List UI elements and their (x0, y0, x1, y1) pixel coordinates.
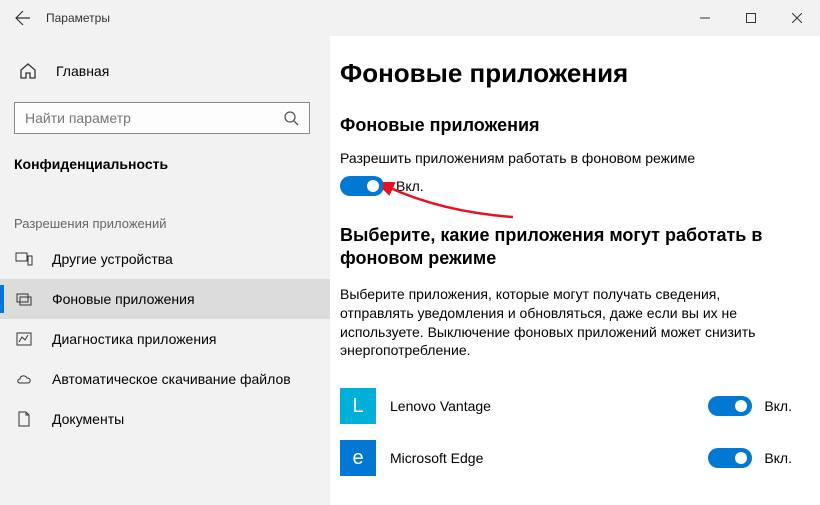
device-icon (14, 250, 34, 268)
sidebar-item-other-devices[interactable]: Другие устройства (0, 239, 330, 279)
search-box[interactable] (14, 102, 310, 134)
master-toggle-label: Вкл. (396, 178, 424, 194)
section2-title: Выберите, какие приложения могут работат… (340, 224, 792, 271)
section1-title: Фоновые приложения (340, 115, 792, 136)
app-name: Lenovo Vantage (390, 398, 708, 414)
app-toggle[interactable] (708, 396, 752, 416)
app-toggle-label: Вкл. (764, 450, 792, 466)
page-title: Фоновые приложения (340, 58, 792, 89)
back-button[interactable] (0, 0, 46, 36)
section1-desc: Разрешить приложениям работать в фоновом… (340, 150, 792, 166)
search-input[interactable] (25, 110, 283, 126)
section2-desc: Выберите приложения, которые могут получ… (340, 285, 792, 361)
sidebar-item-label: Автоматическое скачивание файлов (52, 371, 291, 387)
sidebar-item-label: Другие устройства (52, 251, 173, 267)
diagnostics-icon (14, 330, 34, 348)
sidebar-item-documents[interactable]: Документы (0, 399, 330, 439)
apps-icon (14, 290, 34, 308)
sidebar-item-label: Фоновые приложения (52, 291, 195, 307)
home-button[interactable]: Главная (0, 52, 330, 90)
maximize-icon (746, 13, 756, 23)
close-icon (792, 13, 802, 23)
app-row: e Microsoft Edge Вкл. (340, 432, 792, 484)
group-heading: Разрешения приложений (0, 188, 330, 239)
sidebar-item-label: Диагностика приложения (52, 331, 216, 347)
back-arrow-icon (15, 10, 31, 26)
app-icon-lenovo: L (340, 388, 376, 424)
sidebar: Главная Конфиденциальность Разрешения пр… (0, 36, 330, 505)
sidebar-item-auto-download[interactable]: Автоматическое скачивание файлов (0, 359, 330, 399)
minimize-icon (700, 13, 710, 23)
sub-heading: Конфиденциальность (0, 148, 330, 188)
sidebar-item-app-diagnostics[interactable]: Диагностика приложения (0, 319, 330, 359)
master-toggle[interactable] (340, 176, 384, 196)
home-label: Главная (56, 63, 109, 79)
titlebar: Параметры (0, 0, 820, 36)
home-icon (18, 62, 38, 80)
app-row: L Lenovo Vantage Вкл. (340, 380, 792, 432)
search-icon (283, 110, 299, 126)
main-content: Фоновые приложения Фоновые приложения Ра… (330, 36, 820, 505)
app-toggle[interactable] (708, 448, 752, 468)
app-name: Microsoft Edge (390, 450, 708, 466)
minimize-button[interactable] (682, 0, 728, 36)
maximize-button[interactable] (728, 0, 774, 36)
close-button[interactable] (774, 0, 820, 36)
cloud-icon (14, 370, 34, 388)
document-icon (14, 410, 34, 428)
window-title: Параметры (46, 11, 110, 25)
sidebar-item-label: Документы (52, 411, 124, 427)
app-toggle-label: Вкл. (764, 398, 792, 414)
sidebar-item-background-apps[interactable]: Фоновые приложения (0, 279, 330, 319)
app-icon-edge: e (340, 440, 376, 476)
